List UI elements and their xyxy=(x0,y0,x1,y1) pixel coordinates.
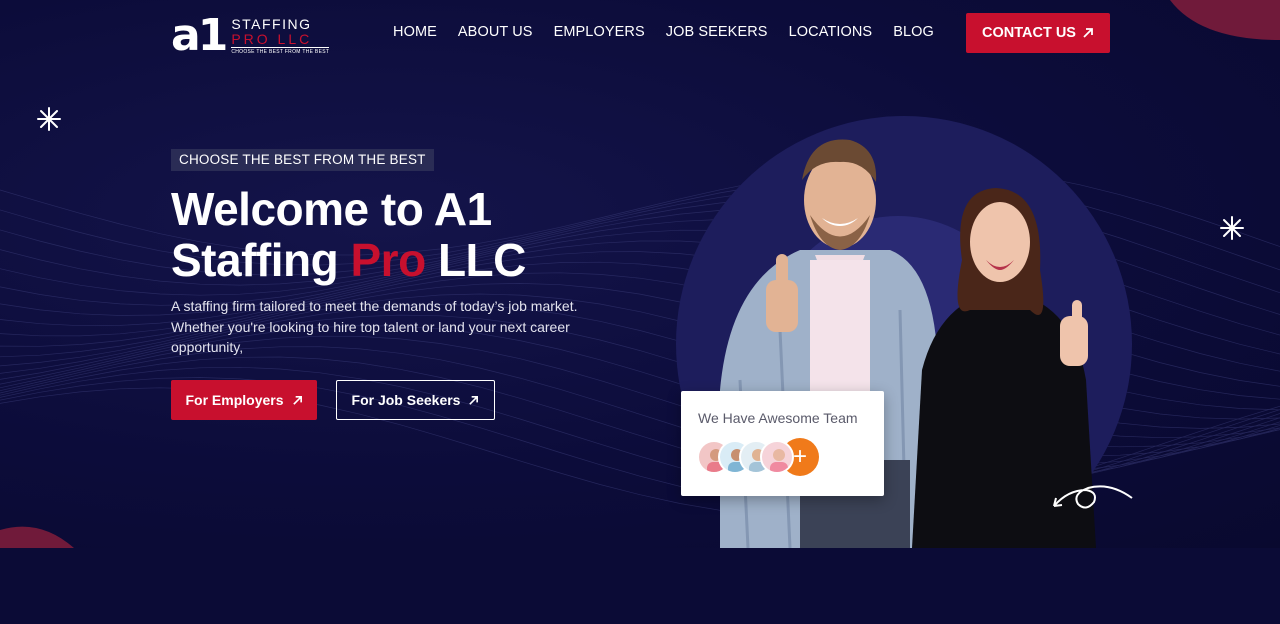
logo-line1: STAFFING xyxy=(231,15,312,32)
nav-employers[interactable]: EMPLOYERS xyxy=(554,24,645,40)
team-card: We Have Awesome Team + xyxy=(681,391,884,496)
hero-section: a1 STAFFING PRO LLC CHOOSE THE BEST FROM… xyxy=(0,0,1280,548)
nav-locations[interactable]: LOCATIONS xyxy=(789,24,873,40)
logo-mark: a1 xyxy=(171,10,228,61)
headline-part3: LLC xyxy=(425,234,526,286)
logo-line2: PRO LLC xyxy=(231,30,313,47)
brand-logo[interactable]: a1 STAFFING PRO LLC CHOOSE THE BEST FROM… xyxy=(171,14,341,58)
nav-home[interactable]: HOME xyxy=(393,24,437,40)
for-job-seekers-label: For Job Seekers xyxy=(351,392,461,408)
logo-tagline: CHOOSE THE BEST FROM THE BEST xyxy=(231,46,330,55)
sparkle-icon xyxy=(37,107,61,131)
lower-section xyxy=(0,548,1280,624)
arrow-up-right-icon xyxy=(1083,28,1093,38)
nav-about-us[interactable]: ABOUT US xyxy=(458,24,533,40)
headline-part1: Welcome to A1 xyxy=(171,183,492,235)
hero-description: A staffing firm tailored to meet the dem… xyxy=(171,298,578,355)
team-avatars: + xyxy=(697,438,819,476)
contact-us-button[interactable]: CONTACT US xyxy=(966,13,1110,53)
corner-arc-decoration xyxy=(1170,0,1280,40)
hero-tagline-badge: CHOOSE THE BEST FROM THE BEST xyxy=(171,149,434,171)
arrow-up-right-icon xyxy=(469,395,479,405)
for-job-seekers-button[interactable]: For Job Seekers xyxy=(336,380,495,420)
headline-accent: Pro xyxy=(350,234,426,286)
nav-blog[interactable]: BLOG xyxy=(893,24,934,40)
headline-part2: Staffing xyxy=(171,234,351,286)
team-card-title: We Have Awesome Team xyxy=(698,410,858,426)
main-nav: HOME ABOUT US EMPLOYERS JOB SEEKERS LOCA… xyxy=(393,24,934,40)
for-employers-button[interactable]: For Employers xyxy=(171,380,317,420)
contact-us-label: CONTACT US xyxy=(982,25,1076,41)
swirl-arrow-icon xyxy=(1053,485,1133,509)
corner-arc-decoration xyxy=(0,526,74,548)
hero-headline: Welcome to A1 Staffing Pro LLC xyxy=(171,184,691,286)
avatar xyxy=(760,440,794,474)
arrow-up-right-icon xyxy=(292,395,302,405)
for-employers-label: For Employers xyxy=(185,392,284,408)
nav-job-seekers[interactable]: JOB SEEKERS xyxy=(666,24,768,40)
sparkle-icon xyxy=(1220,216,1244,240)
